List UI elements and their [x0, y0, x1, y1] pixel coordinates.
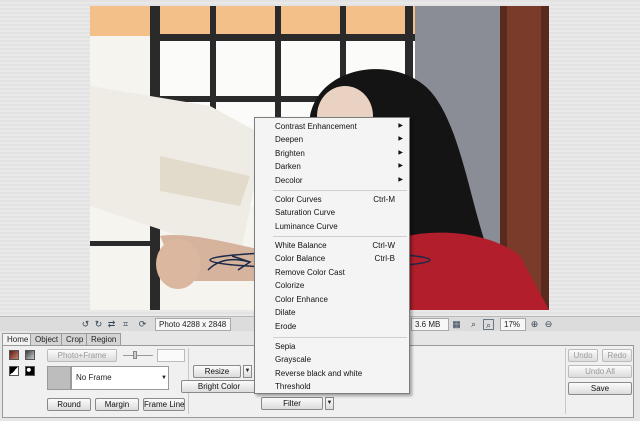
swap-colors-swatch[interactable] — [25, 366, 35, 376]
file-size-box: 3.6 MB — [411, 318, 449, 331]
submenu-arrow-icon: ▶ — [398, 123, 403, 129]
fit-window-icon[interactable]: ▦ — [451, 319, 462, 330]
refresh-icon[interactable]: ⟳ — [137, 319, 148, 330]
frame-preview — [47, 366, 71, 390]
frame-slider-track[interactable] — [123, 355, 153, 356]
submenu-arrow-icon: ▶ — [398, 150, 403, 156]
photo-info-box: Photo 4288 x 2848 — [155, 318, 231, 331]
menu-item-luminance-curve[interactable]: Luminance Curve — [255, 220, 409, 233]
round-button[interactable]: Round — [47, 398, 91, 411]
bright-color-button[interactable]: Bright Color — [181, 380, 257, 393]
menu-item-deepen[interactable]: Deepen ▶ — [255, 133, 409, 146]
rotate-left-icon[interactable]: ↺ — [80, 319, 91, 330]
menu-separator — [273, 190, 407, 191]
rotate-right-icon[interactable]: ↻ — [93, 319, 104, 330]
photo-frame-button[interactable]: Photo+Frame — [47, 349, 117, 362]
menu-item-colorize[interactable]: Colorize — [255, 279, 409, 292]
menu-item-saturation-curve[interactable]: Saturation Curve — [255, 206, 409, 219]
menu-item-grayscale[interactable]: Grayscale — [255, 353, 409, 366]
menu-separator — [273, 236, 407, 237]
undo-button[interactable]: Undo — [568, 349, 598, 362]
crop-icon[interactable]: ⌗ — [120, 319, 131, 330]
submenu-arrow-icon: ▶ — [398, 177, 403, 183]
menu-item-erode[interactable]: Erode — [255, 320, 409, 333]
resize-dropdown-arrow[interactable]: ▼ — [243, 365, 252, 378]
filter-button[interactable]: Filter — [261, 397, 323, 410]
menu-item-threshold[interactable]: Threshold — [255, 380, 409, 393]
zoom-fit-icon[interactable]: ⌕ — [468, 319, 479, 330]
chevron-down-icon[interactable]: ▼ — [161, 375, 167, 381]
submenu-arrow-icon: ▶ — [398, 136, 403, 142]
zoom-in-icon[interactable]: ⊕ — [529, 319, 540, 330]
tab-region[interactable]: Region — [86, 333, 122, 345]
annotation-arrowhead — [231, 255, 252, 271]
zoom-actual-icon[interactable]: ⌕ — [483, 319, 494, 330]
resize-button[interactable]: Resize — [193, 365, 241, 378]
frame-width-input[interactable] — [157, 349, 185, 362]
menu-item-brighten[interactable]: Brighten ▶ — [255, 147, 409, 160]
menu-item-color-enhance[interactable]: Color Enhance — [255, 293, 409, 306]
menu-item-remove-color-cast[interactable]: Remove Color Cast — [255, 266, 409, 279]
menu-item-darken[interactable]: Darken ▶ — [255, 160, 409, 173]
tab-crop[interactable]: Crop — [61, 333, 89, 345]
foreground-color-swatch[interactable] — [9, 350, 19, 360]
submenu-arrow-icon: ▶ — [398, 163, 403, 169]
menu-item-decolor[interactable]: Decolor ▶ — [255, 174, 409, 187]
menu-item-color-curves[interactable]: Color Curves Ctrl-M — [255, 193, 409, 206]
filter-dropdown-arrow[interactable]: ▼ — [325, 397, 334, 410]
tab-object[interactable]: Object — [30, 333, 64, 345]
zoom-level-box: 17% — [500, 318, 526, 331]
background-color-swatch[interactable] — [25, 350, 35, 360]
redo-button[interactable]: Redo — [602, 349, 632, 362]
frame-select[interactable]: No Frame — [71, 366, 169, 390]
menu-item-sepia[interactable]: Sepia — [255, 340, 409, 353]
menu-item-white-balance[interactable]: White Balance Ctrl-W — [255, 239, 409, 252]
zoom-out-icon[interactable]: ⊖ — [543, 319, 554, 330]
margin-button[interactable]: Margin — [95, 398, 139, 411]
menu-item-contrast-enhancement[interactable]: Contrast Enhancement ▶ — [255, 120, 409, 133]
menu-item-dilate[interactable]: Dilate — [255, 306, 409, 319]
menu-separator — [273, 337, 407, 338]
undo-all-button[interactable]: Undo All — [568, 365, 632, 378]
menu-item-color-balance[interactable]: Color Balance Ctrl-B — [255, 252, 409, 265]
frame-slider-thumb[interactable] — [133, 351, 137, 359]
bright-color-menu: Contrast Enhancement ▶ Deepen ▶ Brighten ▶ … — [254, 117, 410, 394]
save-button[interactable]: Save — [568, 382, 632, 395]
black-white-swatch[interactable] — [9, 366, 19, 376]
frame-line-button[interactable]: Frame Line — [143, 398, 185, 411]
flip-icon[interactable]: ⇄ — [106, 319, 117, 330]
ribbon-divider — [565, 348, 566, 414]
menu-item-reverse-black-white[interactable]: Reverse black and white — [255, 367, 409, 380]
